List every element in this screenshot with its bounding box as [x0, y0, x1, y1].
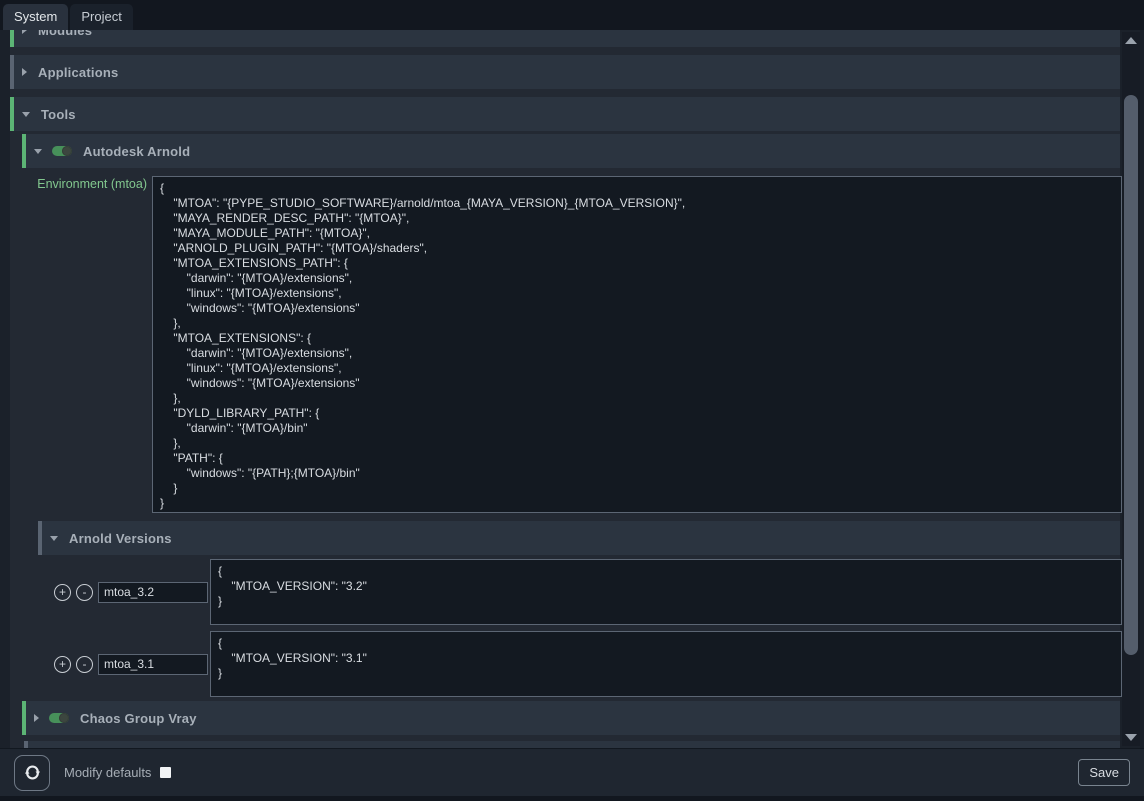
- section-title: Autodesk Arnold: [83, 144, 190, 159]
- version-json-field[interactable]: { "MTOA_VERSION": "3.2" }: [210, 559, 1122, 625]
- tab-project-label: Project: [81, 9, 121, 24]
- version-name-input[interactable]: [98, 582, 208, 603]
- arnold-enabled-toggle[interactable]: [52, 146, 72, 156]
- tab-system[interactable]: System: [3, 4, 68, 30]
- section-header-modules[interactable]: Modules: [10, 30, 1120, 47]
- tab-system-label: System: [14, 9, 57, 24]
- scroll-up-icon[interactable]: [1125, 37, 1137, 44]
- chevron-right-icon: [22, 68, 27, 76]
- vertical-scrollbar[interactable]: [1122, 32, 1140, 746]
- section-header-chaos-group-vray[interactable]: Chaos Group Vray: [22, 701, 1120, 735]
- environment-mtoa-label: Environment (mtoa): [10, 177, 147, 191]
- toggle-knob: [62, 146, 72, 156]
- next-section-header-clipped[interactable]: [24, 741, 1120, 748]
- chevron-down-icon: [50, 536, 58, 541]
- section-title: Modules: [38, 30, 92, 38]
- section-header-applications[interactable]: Applications: [10, 55, 1120, 89]
- footer-bar: Modify defaults Save: [0, 748, 1144, 796]
- tab-bar: System Project: [0, 0, 1144, 30]
- vray-enabled-toggle[interactable]: [49, 713, 69, 723]
- version-controls: + -: [10, 559, 210, 625]
- version-row: + - { "MTOA_VERSION": "3.1" }: [10, 631, 1122, 697]
- settings-scroll-area: Modules Applications Tools Autodesk Arno…: [0, 30, 1144, 748]
- remove-version-button[interactable]: -: [76, 584, 93, 601]
- section-header-tools[interactable]: Tools: [10, 97, 1120, 131]
- remove-version-button[interactable]: -: [76, 656, 93, 673]
- refresh-icon: [24, 764, 41, 781]
- chevron-right-icon: [22, 30, 27, 34]
- add-version-button[interactable]: +: [54, 656, 71, 673]
- section-title: Applications: [38, 65, 118, 80]
- section-title: Chaos Group Vray: [80, 711, 197, 726]
- toggle-knob: [59, 713, 69, 723]
- version-name-input[interactable]: [98, 654, 208, 675]
- refresh-button[interactable]: [14, 755, 50, 791]
- tab-project[interactable]: Project: [70, 4, 132, 30]
- section-header-arnold-versions[interactable]: Arnold Versions: [38, 521, 1120, 555]
- chevron-down-icon: [22, 112, 30, 117]
- section-title: Tools: [41, 107, 76, 122]
- environment-json-field[interactable]: { "MTOA": "{PYPE_STUDIO_SOFTWARE}/arnold…: [152, 176, 1122, 513]
- modify-defaults-label: Modify defaults: [64, 765, 151, 780]
- settings-content: Modules Applications Tools Autodesk Arno…: [10, 30, 1120, 748]
- version-row: + - { "MTOA_VERSION": "3.2" }: [10, 559, 1122, 625]
- section-title: Arnold Versions: [69, 531, 172, 546]
- scroll-down-icon[interactable]: [1125, 734, 1137, 741]
- chevron-down-icon: [34, 149, 42, 154]
- modify-defaults-checkbox[interactable]: [160, 767, 171, 778]
- version-json-field[interactable]: { "MTOA_VERSION": "3.1" }: [210, 631, 1122, 697]
- add-version-button[interactable]: +: [54, 584, 71, 601]
- section-header-autodesk-arnold[interactable]: Autodesk Arnold: [22, 134, 1120, 168]
- chevron-right-icon: [34, 714, 39, 722]
- version-controls: + -: [10, 631, 210, 697]
- scrollbar-thumb[interactable]: [1124, 95, 1138, 655]
- save-button[interactable]: Save: [1078, 759, 1130, 786]
